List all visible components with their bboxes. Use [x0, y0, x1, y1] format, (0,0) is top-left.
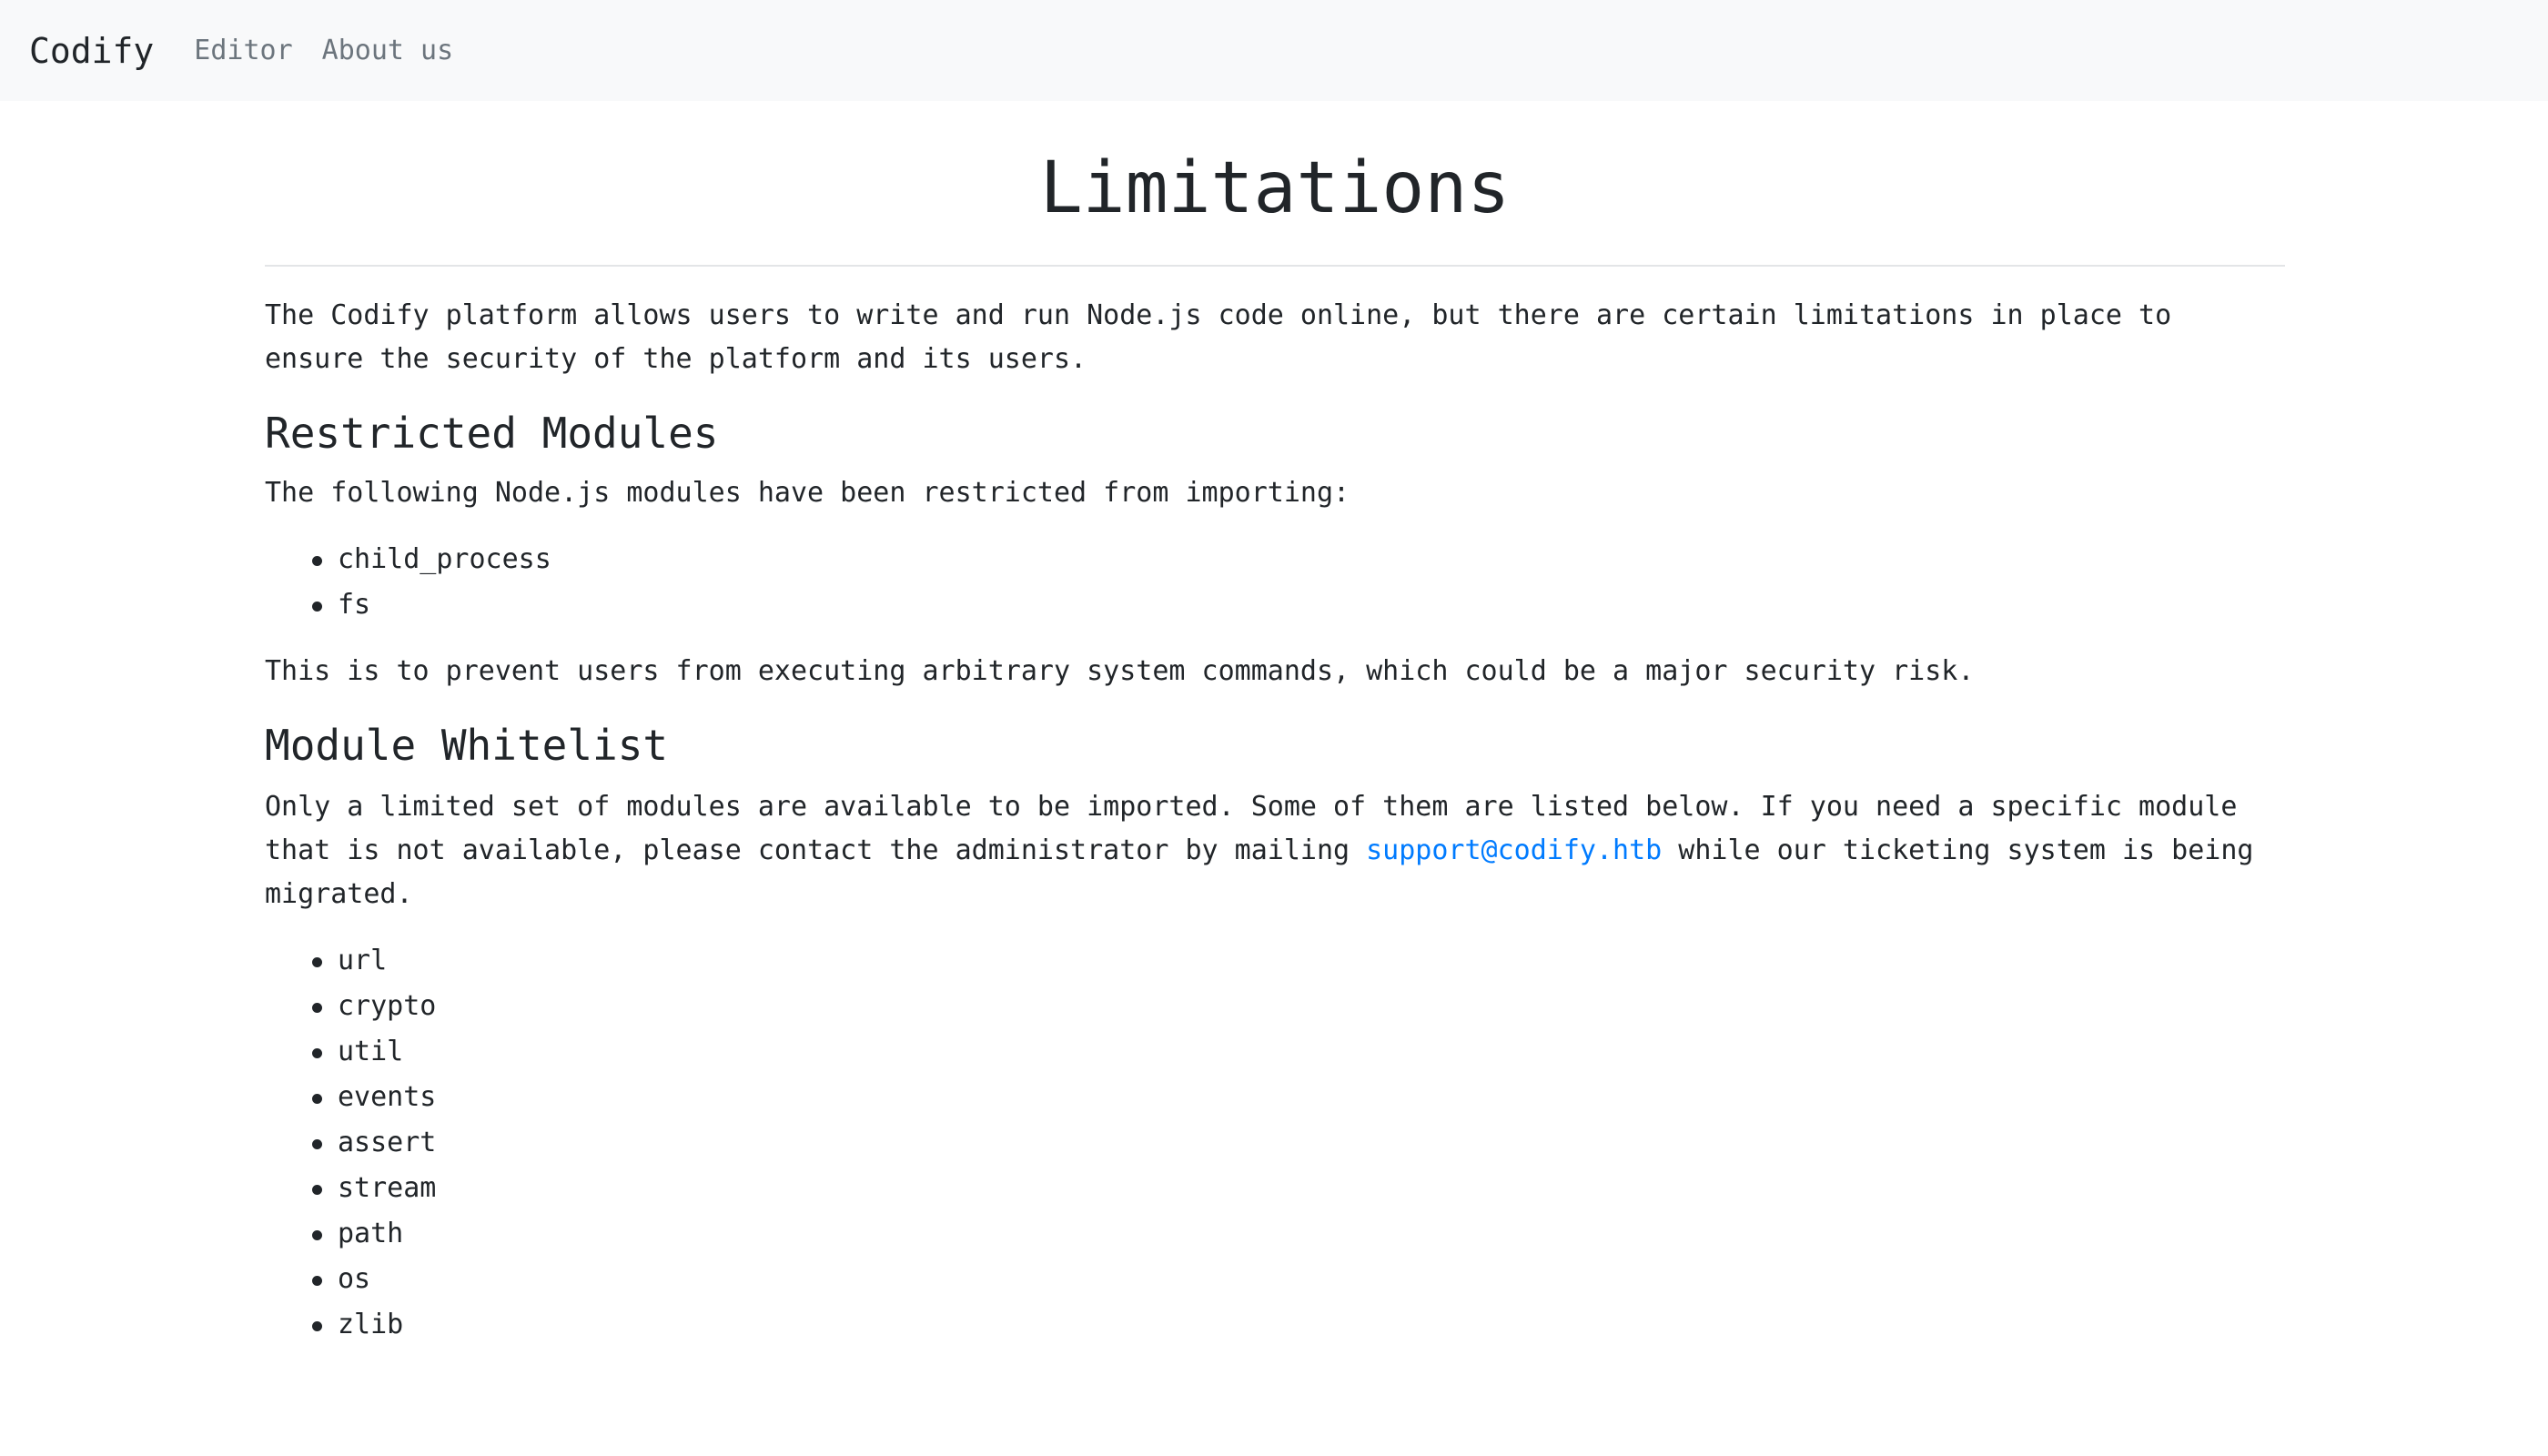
nav-link-about-us[interactable]: About us	[322, 35, 454, 66]
list-item: events	[312, 1075, 2285, 1120]
page-title: Limitations	[1039, 147, 1511, 229]
list-item: zlib	[312, 1302, 2285, 1348]
list-item: path	[312, 1211, 2285, 1257]
restricted-modules-description: The following Node.js modules have been …	[265, 476, 1350, 509]
list-item: url	[312, 938, 2285, 984]
list-item: stream	[312, 1166, 2285, 1211]
intro-paragraph: The Codify platform allows users to writ…	[265, 298, 2172, 375]
list-item: util	[312, 1029, 2285, 1075]
restricted-modules-note: This is to prevent users from executing …	[265, 654, 1975, 687]
module-whitelist-heading: Module Whitelist	[265, 720, 669, 770]
list-item: assert	[312, 1120, 2285, 1166]
list-item: crypto	[312, 984, 2285, 1029]
list-item: fs	[312, 582, 2285, 628]
module-whitelist-list: url crypto util events assert stream pat…	[265, 938, 2285, 1348]
support-email-link[interactable]: support@codify.htb	[1366, 834, 1662, 866]
list-item: os	[312, 1257, 2285, 1302]
restricted-modules-heading: Restricted Modules	[265, 408, 719, 458]
list-item: child_process	[312, 537, 2285, 582]
restricted-modules-list: child_process fs	[265, 537, 2285, 628]
main-content: Limitations The Codify platform allows u…	[265, 101, 2285, 1348]
navbar: Codify Editor About us	[0, 0, 2548, 101]
nav-link-editor[interactable]: Editor	[194, 35, 292, 66]
brand-link[interactable]: Codify	[29, 31, 154, 71]
module-whitelist-description: Only a limited set of modules are availa…	[265, 785, 2285, 916]
title-divider	[265, 264, 2285, 267]
